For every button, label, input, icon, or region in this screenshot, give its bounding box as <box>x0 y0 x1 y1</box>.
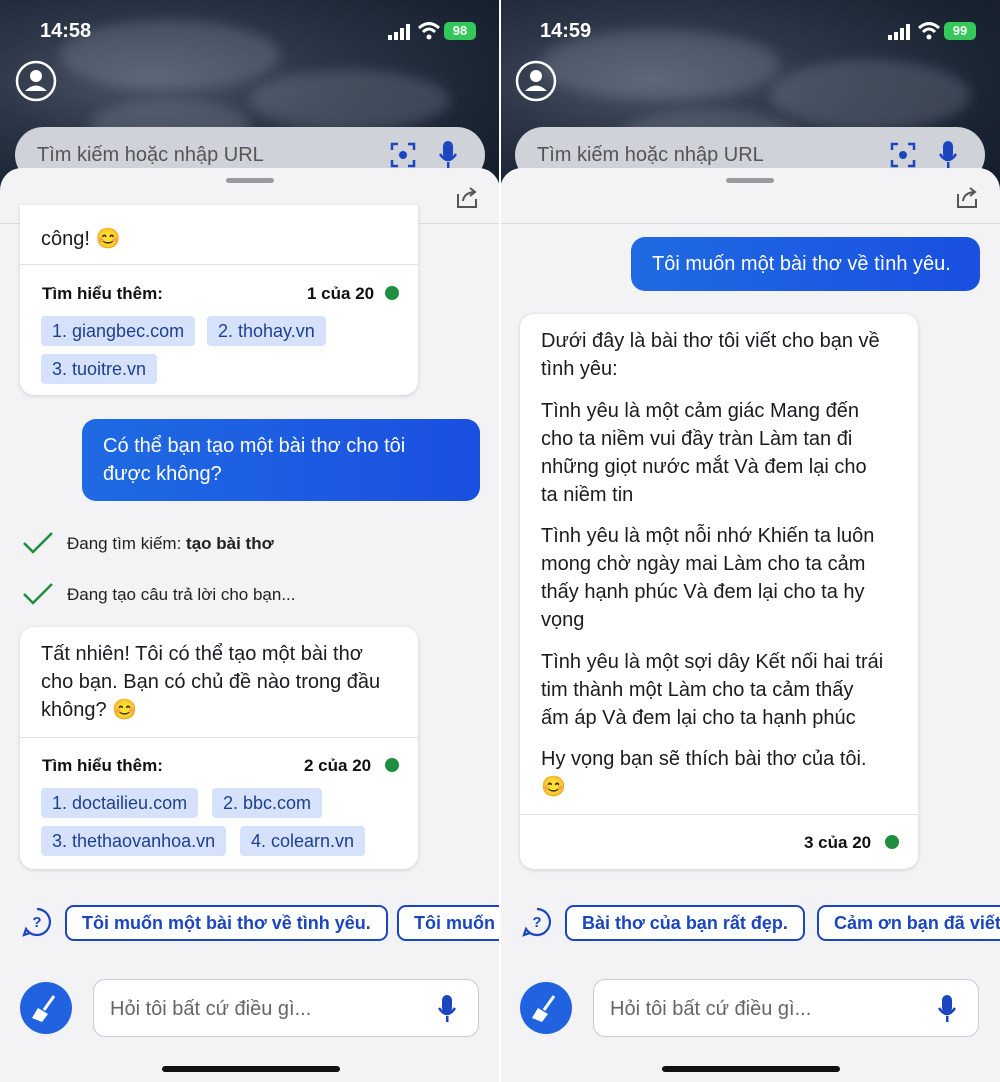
message-line: Hy vọng bạn sẽ thích bài thơ của tôi. <box>541 748 867 770</box>
message-line: không? 😊 <box>41 699 138 721</box>
learn-more-label: Tìm hiểu thêm: <box>42 756 163 775</box>
source-link[interactable]: 2. thohay.vn <box>207 316 326 346</box>
source-link[interactable]: 3. tuoitre.vn <box>41 354 158 384</box>
sheet-drag-handle[interactable] <box>726 178 774 183</box>
profile-avatar-icon[interactable] <box>15 60 57 102</box>
response-counter: 1 của 20 <box>307 284 375 303</box>
poem-line: Tình yêu là một nỗi nhớ Khiến ta luôn <box>541 525 875 547</box>
user-message-bubble: Có thể bạn tạo một bài thơ cho tôi được … <box>82 419 480 501</box>
suggestion-chip[interactable]: Tôi muốn m <box>397 905 500 941</box>
address-placeholder: Tìm kiếm hoặc nhập URL <box>37 144 264 166</box>
sheet-drag-handle[interactable] <box>226 178 274 183</box>
checkmark-icon <box>23 583 53 605</box>
response-counter: 3 của 20 <box>804 833 872 852</box>
battery-indicator: 98 <box>444 22 476 40</box>
microphone-icon[interactable] <box>437 994 457 1024</box>
source-link[interactable]: 1. doctailieu.com <box>41 788 199 818</box>
address-placeholder: Tìm kiếm hoặc nhập URL <box>537 144 764 166</box>
user-message-line: được không? <box>103 463 222 485</box>
status-bar: 14:59 99 <box>500 18 1000 46</box>
poem-line: Tình yêu là một sợi dây Kết nối hai trái <box>541 651 884 673</box>
suggestion-chip[interactable]: Tôi muốn một bài thơ về tình yêu. <box>65 905 388 941</box>
message-line: cho bạn. Bạn có chủ đề nào trong đầu <box>41 671 381 693</box>
svg-text:?: ? <box>32 914 41 931</box>
source-link[interactable]: 4. colearn.vn <box>240 826 366 856</box>
share-icon[interactable] <box>954 184 980 210</box>
right-screenshot: 14:59 99 Tìm kiếm hoặc nhập URL Tôi muốn… <box>500 0 1000 1082</box>
assistant-message-card: Tất nhiên! Tôi có thể tạo một bài thơ ch… <box>20 627 418 869</box>
microphone-icon[interactable] <box>438 140 458 170</box>
poem-line: thấy hạnh phúc Và đem lại cho ta hy <box>541 581 865 603</box>
panel-divider <box>499 0 501 1082</box>
new-topic-button[interactable] <box>520 982 572 1034</box>
poem-line: ấm áp Và đem lại cho ta hạnh phúc <box>541 707 856 729</box>
cellular-signal-icon <box>388 24 410 40</box>
response-counter: 2 của 20 <box>304 756 372 775</box>
wifi-icon <box>418 22 440 40</box>
ask-placeholder: Hỏi tôi bất cứ điều gì... <box>110 998 312 1020</box>
search-query: tạo bài thơ <box>186 534 274 553</box>
message-text: công! 😊 <box>41 228 121 250</box>
poem-line: tim thành một Làm cho ta cảm thấy <box>541 679 854 701</box>
scan-icon[interactable] <box>890 142 916 168</box>
broom-icon <box>32 995 56 1022</box>
broom-icon <box>532 995 556 1022</box>
poem-line: Tình yêu là một cảm giác Mang đến <box>541 400 859 422</box>
poem-line: vọng <box>541 609 585 631</box>
poem-line: những giọt nước mắt Và đem lại cho <box>541 456 867 478</box>
help-icon[interactable]: ? <box>522 907 552 937</box>
new-topic-button[interactable] <box>20 982 72 1034</box>
battery-indicator: 99 <box>944 22 976 40</box>
generating-text: Đang tạo câu trả lời cho bạn... <box>67 585 296 604</box>
user-message-bubble: Tôi muốn một bài thơ về tình yêu. <box>631 237 980 291</box>
home-indicator[interactable] <box>662 1066 840 1072</box>
message-line: Tất nhiên! Tôi có thể tạo một bài thơ <box>41 643 363 665</box>
source-link[interactable]: 2. bbc.com <box>212 788 323 818</box>
message-line: tình yêu: <box>541 358 618 380</box>
source-link[interactable]: 1. giangbec.com <box>41 316 196 346</box>
left-screenshot: 14:58 98 Tìm kiếm hoặc nhập URL công! 😊 … <box>0 0 500 1082</box>
assistant-message-card: Dưới đây là bài thơ tôi viết cho bạn về … <box>520 314 918 869</box>
clock: 14:59 <box>540 20 592 42</box>
profile-avatar-icon[interactable] <box>515 60 557 102</box>
share-icon[interactable] <box>454 184 480 210</box>
message-line: Dưới đây là bài thơ tôi viết cho bạn về <box>541 330 880 352</box>
poem-line: cho ta niềm vui đầy tràn Làm tan đi <box>541 428 853 450</box>
status-dot <box>385 758 399 772</box>
search-step-prefix: Đang tìm kiếm: <box>67 534 187 553</box>
help-icon[interactable]: ? <box>22 907 52 937</box>
status-dot <box>385 286 399 300</box>
user-message-text: Tôi muốn một bài thơ về tình yêu. <box>652 253 951 275</box>
status-bar: 14:58 98 <box>0 18 500 46</box>
learn-more-label: Tìm hiểu thêm: <box>42 284 163 303</box>
source-link[interactable]: 3. thethaovanhoa.vn <box>41 826 227 856</box>
home-indicator[interactable] <box>162 1066 340 1072</box>
poem-line: mong chờ ngày mai Làm cho ta cảm <box>541 553 866 575</box>
ask-input[interactable]: Hỏi tôi bất cứ điều gì... <box>93 979 479 1037</box>
scan-icon[interactable] <box>390 142 416 168</box>
suggestion-chip[interactable]: Bài thơ của bạn rất đẹp. <box>565 905 805 941</box>
ask-input[interactable]: Hỏi tôi bất cứ điều gì... <box>593 979 979 1037</box>
svg-text:?: ? <box>532 914 541 931</box>
poem-line: ta niềm tin <box>541 484 634 506</box>
status-dot <box>885 835 899 849</box>
assistant-message-card: công! 😊 Tìm hiểu thêm: 1 của 20 1. giang… <box>20 205 418 395</box>
suggestion-chip[interactable]: Cảm ơn bạn đã viết <box>817 905 1000 941</box>
message-line: 😊 <box>541 776 566 798</box>
wifi-icon <box>918 22 940 40</box>
clock: 14:58 <box>40 20 92 42</box>
microphone-icon[interactable] <box>937 994 957 1024</box>
checkmark-icon <box>23 532 53 554</box>
microphone-icon[interactable] <box>938 140 958 170</box>
cellular-signal-icon <box>888 24 910 40</box>
user-message-line: Có thể bạn tạo một bài thơ cho tôi <box>103 435 406 457</box>
ask-placeholder: Hỏi tôi bất cứ điều gì... <box>610 998 812 1020</box>
